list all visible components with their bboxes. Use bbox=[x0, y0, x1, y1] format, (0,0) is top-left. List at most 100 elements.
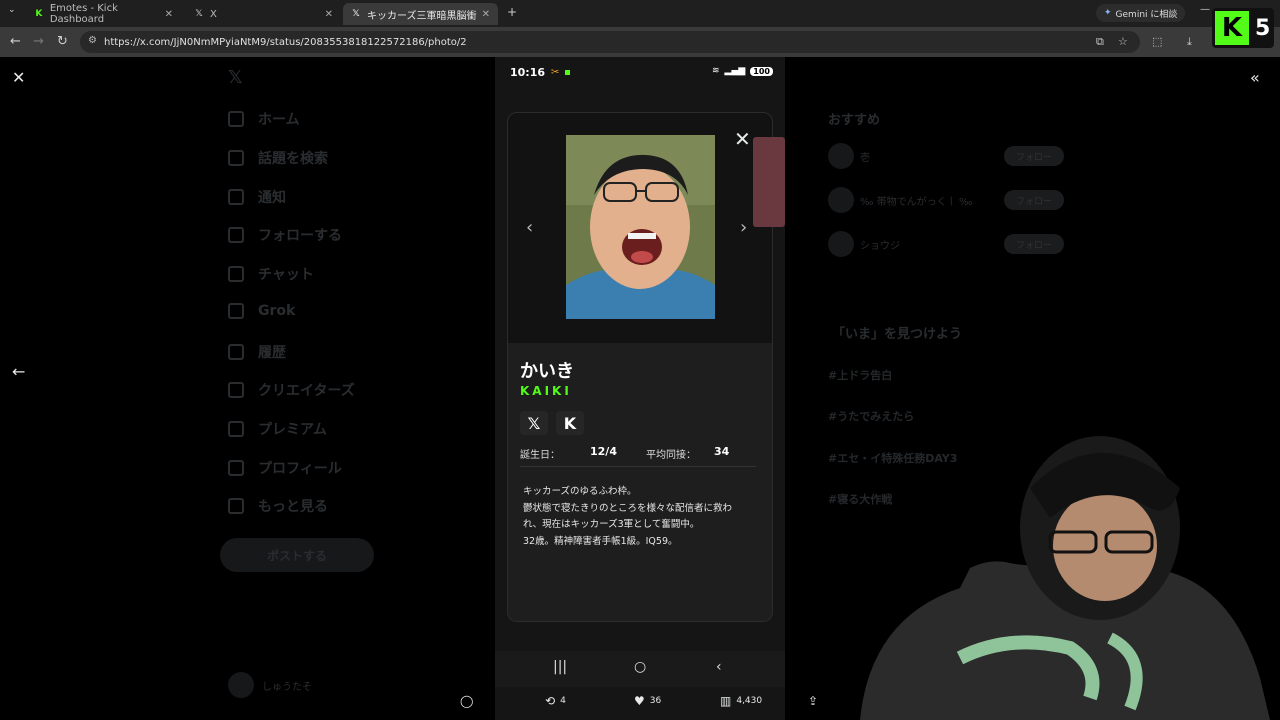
sidebar-item-more[interactable]: もっと見る bbox=[228, 496, 328, 516]
screen: ⌄ K Emotes - Kick Dashboard ✕ 𝕏 X ✕ 𝕏 キッ… bbox=[0, 0, 1280, 720]
tab-title: X bbox=[210, 8, 217, 20]
tab-close-icon[interactable]: ✕ bbox=[482, 9, 490, 20]
home-circle-icon[interactable]: ○ bbox=[634, 659, 646, 675]
phone-screenshot: 10:16 ✂ ≋ ▂▄▆ 100 ✕ ‹ › かいき KAIKI 𝕏 K 誕生… bbox=[495, 57, 785, 720]
profile-photo bbox=[566, 135, 715, 319]
follow-suggestion: 壱 フォロー bbox=[828, 143, 1064, 169]
views-chart-icon: ▥ bbox=[720, 694, 732, 708]
trend-item[interactable]: #うたでみえたら bbox=[828, 408, 914, 424]
install-icon[interactable]: ⧉ bbox=[1096, 35, 1104, 49]
sidebar-item-label: 通知 bbox=[258, 190, 286, 206]
card-photo-area: ✕ ‹ › bbox=[508, 113, 772, 343]
repost-icon: ⟲ bbox=[545, 694, 556, 708]
android-back-icon[interactable]: ‹ bbox=[716, 659, 722, 675]
address-bar[interactable]: ⚙ https://x.com/JjN0NmMPyiaNtM9/status/2… bbox=[80, 31, 1140, 53]
sidebar-item-creators[interactable]: クリエイターズ bbox=[228, 380, 355, 400]
avg-viewers-label: 平均同接： bbox=[646, 450, 696, 461]
sidebar-item-label: もっと見る bbox=[258, 499, 328, 515]
reply-icon: ◯ bbox=[460, 694, 474, 708]
like-button[interactable]: ♥ 36 bbox=[634, 694, 661, 708]
repost-button[interactable]: ⟲ 4 bbox=[545, 694, 566, 708]
site-info-icon[interactable]: ⚙ bbox=[88, 35, 97, 46]
sidebar-item-label: Grok bbox=[258, 303, 296, 319]
sidebar-item-label: 話題を検索 bbox=[258, 151, 328, 167]
back-icon[interactable]: ← bbox=[10, 34, 21, 49]
tab-close-icon[interactable]: ✕ bbox=[165, 9, 173, 20]
follow-button[interactable]: フォロー bbox=[1004, 190, 1064, 210]
previous-photo-icon[interactable]: ← bbox=[12, 362, 25, 381]
forward-icon[interactable]: → bbox=[33, 34, 44, 49]
bio-line: 32歳。精神障害者手帳1級。IQ59。 bbox=[523, 535, 678, 547]
reload-icon[interactable]: ↻ bbox=[57, 34, 68, 49]
follow-button[interactable]: フォロー bbox=[1004, 146, 1064, 166]
new-tab-button[interactable]: + bbox=[507, 5, 517, 19]
account-name: ‰ 帯物でんがっくￜ ‰ bbox=[860, 196, 973, 208]
people-icon bbox=[228, 227, 244, 243]
tab-kick-dashboard[interactable]: K Emotes - Kick Dashboard ✕ bbox=[26, 3, 181, 25]
avg-viewers-value: 34 bbox=[714, 445, 730, 458]
gemini-button[interactable]: ✦ Gemini に相談 bbox=[1096, 4, 1186, 22]
reply-button[interactable]: ◯ bbox=[460, 694, 478, 708]
tab-close-icon[interactable]: ✕ bbox=[325, 9, 333, 20]
birthday-value: 12/4 bbox=[590, 445, 617, 458]
profile-card: ✕ ‹ › かいき KAIKI 𝕏 K 誕生日： 12/4 平均同接： 34 キ… bbox=[507, 112, 773, 622]
webcam-overlay bbox=[850, 428, 1280, 720]
sidebar-item-label: チャット bbox=[258, 267, 314, 283]
premium-icon bbox=[228, 421, 244, 437]
sidebar-item-history[interactable]: 履歴 bbox=[228, 342, 286, 362]
account-switcher[interactable]: しゅうたそ bbox=[228, 672, 312, 698]
post-button[interactable]: ポストする bbox=[220, 538, 374, 572]
sidebar-item-home[interactable]: ホーム bbox=[228, 109, 300, 129]
member-name-romaji: KAIKI bbox=[520, 384, 572, 398]
sidebar-item-label: ホーム bbox=[258, 112, 300, 128]
kick-icon: K bbox=[35, 9, 43, 19]
url-text: https://x.com/JjN0NmMPyiaNtM9/status/208… bbox=[104, 36, 467, 48]
x-logo-icon: 𝕏 bbox=[228, 67, 243, 88]
bio-line: キッカーズのゆるふわ枠。 bbox=[523, 486, 637, 497]
repost-count: 4 bbox=[560, 696, 566, 706]
trend-item[interactable]: #上ドラ告白 bbox=[828, 367, 892, 383]
tab-search-icon[interactable]: ⌄ bbox=[8, 5, 16, 15]
recommend-heading: おすすめ bbox=[828, 113, 881, 128]
tab-x[interactable]: 𝕏 X ✕ bbox=[186, 3, 341, 25]
share-button[interactable]: ⇪ bbox=[808, 694, 823, 708]
sidebar-item-label: フォローする bbox=[258, 228, 342, 244]
divider bbox=[520, 466, 756, 467]
chevron-left-icon[interactable]: ‹ bbox=[526, 217, 533, 238]
sidebar-item-label: 履歴 bbox=[258, 345, 286, 361]
tab-x-post[interactable]: 𝕏 キッカーズ三軍暗黒脳衝国かいき ✕ bbox=[343, 3, 498, 25]
chat-icon bbox=[228, 266, 244, 282]
download-icon[interactable]: ⤓ bbox=[1187, 35, 1192, 49]
tab-title: キッカーズ三軍暗黒脳衝国かいき bbox=[367, 10, 477, 22]
recent-apps-icon[interactable]: ||| bbox=[553, 659, 567, 675]
follow-suggestion: ‰ 帯物でんがっくￜ ‰ フォロー bbox=[828, 187, 1064, 213]
browser-tabstrip: ⌄ K Emotes - Kick Dashboard ✕ 𝕏 X ✕ 𝕏 キッ… bbox=[0, 0, 1280, 27]
expand-sidebar-icon[interactable]: « bbox=[1250, 68, 1260, 87]
sidebar-item-explore[interactable]: 話題を検索 bbox=[228, 148, 328, 168]
sidebar-item-chat[interactable]: チャット bbox=[228, 264, 314, 284]
close-photo-icon[interactable]: ✕ bbox=[12, 68, 25, 87]
notification-icon: ✂ bbox=[551, 66, 560, 78]
x-icon[interactable]: 𝕏 bbox=[520, 411, 548, 435]
account-name: 壱 bbox=[860, 152, 870, 164]
heart-icon: ♥ bbox=[634, 694, 645, 708]
close-icon[interactable]: ✕ bbox=[734, 129, 751, 149]
kick-icon[interactable]: K bbox=[556, 411, 584, 435]
bell-icon bbox=[228, 189, 244, 205]
views-button[interactable]: ▥ 4,430 bbox=[720, 694, 762, 708]
sidebar-item-follow[interactable]: フォローする bbox=[228, 225, 342, 245]
kick-logo: K bbox=[1215, 11, 1249, 45]
battery-icon: 100 bbox=[750, 66, 773, 76]
follow-button[interactable]: フォロー bbox=[1004, 234, 1064, 254]
sidebar-item-grok[interactable]: Grok bbox=[228, 303, 295, 319]
minimize-icon[interactable]: — bbox=[1200, 4, 1210, 15]
post-action-bar: ◯ ⟲ 4 ♥ 36 ▥ 4,430 ⇪ bbox=[440, 690, 840, 714]
extensions-icon[interactable]: ⬚ bbox=[1152, 35, 1162, 48]
sidebar-item-notifications[interactable]: 通知 bbox=[228, 187, 286, 207]
chevron-right-icon[interactable]: › bbox=[740, 217, 747, 238]
sidebar-item-premium[interactable]: プレミアム bbox=[228, 419, 327, 439]
bookmark-star-icon[interactable]: ☆ bbox=[1118, 35, 1128, 48]
sidebar-item-label: プロフィール bbox=[258, 461, 342, 477]
signal-icon: ▂▄▆ bbox=[724, 66, 746, 76]
sidebar-item-profile[interactable]: プロフィール bbox=[228, 458, 342, 478]
